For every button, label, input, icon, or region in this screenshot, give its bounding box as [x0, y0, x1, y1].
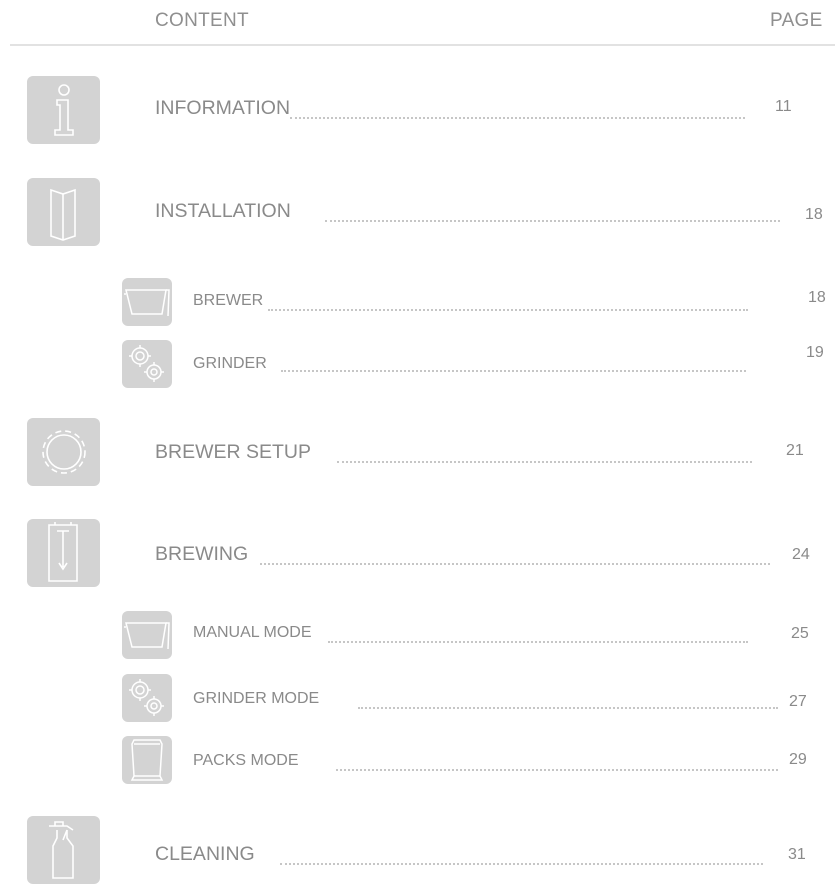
toc-entry-grinder[interactable]: GRINDER 19 — [193, 344, 835, 379]
toc-entry-page: 18 — [805, 206, 823, 223]
toc-entry-page: 24 — [792, 546, 810, 563]
coffee-pack-icon — [122, 736, 172, 784]
toc-entry-page: 25 — [791, 625, 809, 642]
toc-entry-cleaning[interactable]: CLEANING 31 — [155, 843, 835, 867]
dot-leader — [281, 370, 746, 372]
toc-entry-title: CLEANING — [155, 843, 255, 865]
toc-entry-manual-mode[interactable]: MANUAL MODE 25 — [193, 624, 835, 648]
spray-bottle-icon — [27, 816, 100, 884]
toc-entry-title: GRINDER MODE — [193, 690, 320, 707]
toc-entry-brewer-setup[interactable]: BREWER SETUP 21 — [155, 441, 835, 465]
dot-leader — [358, 707, 778, 709]
gears-icon — [122, 674, 172, 722]
dot-leader — [260, 563, 770, 565]
dot-leader — [290, 117, 745, 119]
toc-entry-page: 11 — [775, 98, 792, 115]
toc-entry-title: INFORMATION — [155, 97, 291, 119]
header-page-label: PAGE — [770, 10, 823, 31]
toc-entry-title: INSTALLATION — [155, 200, 291, 222]
dot-leader — [280, 863, 763, 865]
toc-entry-page: 31 — [788, 846, 806, 863]
brew-basket-icon — [122, 611, 172, 659]
toc-entry-page: 19 — [806, 344, 824, 361]
toc-entry-page: 27 — [789, 693, 807, 710]
dot-leader — [328, 641, 748, 643]
toc-entry-installation[interactable]: INSTALLATION 18 — [155, 200, 835, 224]
gear-icon — [27, 418, 100, 486]
toc-entry-grinder-mode[interactable]: GRINDER MODE 27 — [193, 690, 835, 714]
info-icon — [27, 76, 100, 144]
dot-leader — [325, 220, 780, 222]
gears-icon — [122, 340, 172, 388]
toc-entry-page: 18 — [808, 289, 826, 306]
header-content-label: CONTENT — [155, 10, 249, 31]
toc-entry-title: BREWING — [155, 543, 249, 565]
dot-leader — [268, 309, 748, 311]
brewer-machine-icon — [27, 519, 100, 587]
toc-entry-brewer[interactable]: BREWER 18 — [193, 289, 835, 316]
toc-entry-title: PACKS MODE — [193, 752, 299, 769]
toc-entry-title: BREWER — [193, 292, 264, 309]
folded-document-icon — [27, 178, 100, 246]
toc-entry-page: 29 — [789, 751, 807, 768]
brew-basket-icon — [122, 278, 172, 326]
toc-entry-title: MANUAL MODE — [193, 624, 312, 641]
dot-leader — [337, 461, 752, 463]
toc-entry-information[interactable]: INFORMATION 11 — [155, 97, 835, 121]
dot-leader — [336, 769, 778, 771]
toc-entry-brewing[interactable]: BREWING 24 — [155, 543, 835, 567]
toc-entry-title: BREWER SETUP — [155, 441, 312, 463]
toc-entry-title: GRINDER — [193, 355, 267, 372]
toc-entry-page: 21 — [786, 442, 804, 459]
toc-entry-packs-mode[interactable]: PACKS MODE 29 — [193, 751, 835, 776]
header-divider — [10, 44, 835, 46]
